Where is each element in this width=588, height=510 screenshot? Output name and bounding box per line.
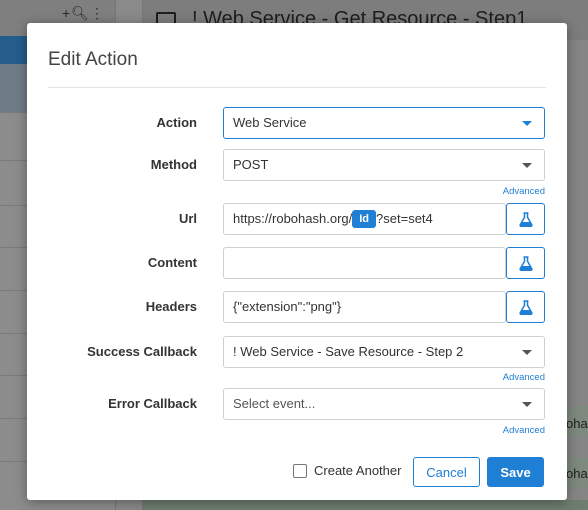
url-suffix: ?set=set4 (376, 211, 433, 226)
error-callback-row: Error Callback Select event... (27, 388, 567, 420)
headers-test-button[interactable] (506, 291, 545, 323)
content-label: Content (147, 255, 197, 270)
success-callback-label: Success Callback (87, 344, 197, 359)
url-id-token[interactable]: Id (352, 209, 377, 228)
save-button[interactable]: Save (487, 457, 544, 487)
url-label: Url (178, 211, 197, 226)
chevron-down-icon (522, 163, 532, 168)
background-sidebar-tools: +🔍︎⋮ (62, 5, 105, 21)
background-right-text: oha (566, 466, 588, 481)
method-select-value: POST (233, 157, 269, 172)
create-another-checkbox[interactable] (293, 464, 307, 478)
headers-input[interactable]: {"extension":"png"} (223, 291, 506, 323)
headers-label: Headers (145, 299, 197, 314)
error-callback-select[interactable]: Select event... (223, 388, 545, 420)
flask-icon (518, 299, 533, 315)
action-row: Action Web Service (27, 107, 567, 139)
error-callback-advanced-link[interactable]: Advanced (503, 425, 545, 436)
background-right-text: oha (566, 416, 588, 431)
success-callback-advanced-link[interactable]: Advanced (503, 372, 545, 383)
success-callback-value: ! Web Service - Save Resource - Step 2 (233, 344, 464, 359)
dialog-divider (48, 87, 546, 88)
chevron-down-icon (522, 402, 532, 407)
dialog-title: Edit Action (48, 49, 138, 70)
content-row: Content (27, 247, 567, 279)
url-input[interactable]: https://robohash.org/Id ?set=set4 (223, 203, 506, 235)
flask-icon (518, 211, 533, 227)
chevron-down-icon (522, 121, 532, 126)
url-test-button[interactable] (506, 203, 545, 235)
edit-action-dialog: Edit Action Action Web Service Method PO… (27, 23, 567, 500)
chevron-down-icon (522, 350, 532, 355)
content-input[interactable] (223, 247, 506, 279)
headers-row: Headers {"extension":"png"} (27, 291, 567, 323)
create-another-label[interactable]: Create Another (314, 463, 401, 478)
action-select[interactable]: Web Service (223, 107, 545, 139)
headers-value: {"extension":"png"} (233, 299, 342, 314)
method-advanced-link[interactable]: Advanced (503, 186, 545, 197)
flask-icon (518, 255, 533, 271)
background-footer-strip (143, 500, 588, 510)
method-select[interactable]: POST (223, 149, 545, 181)
method-row: Method POST (27, 149, 567, 181)
cancel-button[interactable]: Cancel (413, 457, 480, 487)
url-row: Url https://robohash.org/Id ?set=set4 (27, 203, 567, 235)
action-select-value: Web Service (233, 115, 307, 130)
content-test-button[interactable] (506, 247, 545, 279)
method-label: Method (150, 157, 197, 172)
success-callback-row: Success Callback ! Web Service - Save Re… (27, 336, 567, 368)
error-callback-placeholder: Select event... (233, 396, 316, 411)
success-callback-select[interactable]: ! Web Service - Save Resource - Step 2 (223, 336, 545, 368)
action-label: Action (156, 115, 197, 130)
url-prefix: https://robohash.org/ (233, 211, 353, 226)
error-callback-label: Error Callback (108, 396, 197, 411)
